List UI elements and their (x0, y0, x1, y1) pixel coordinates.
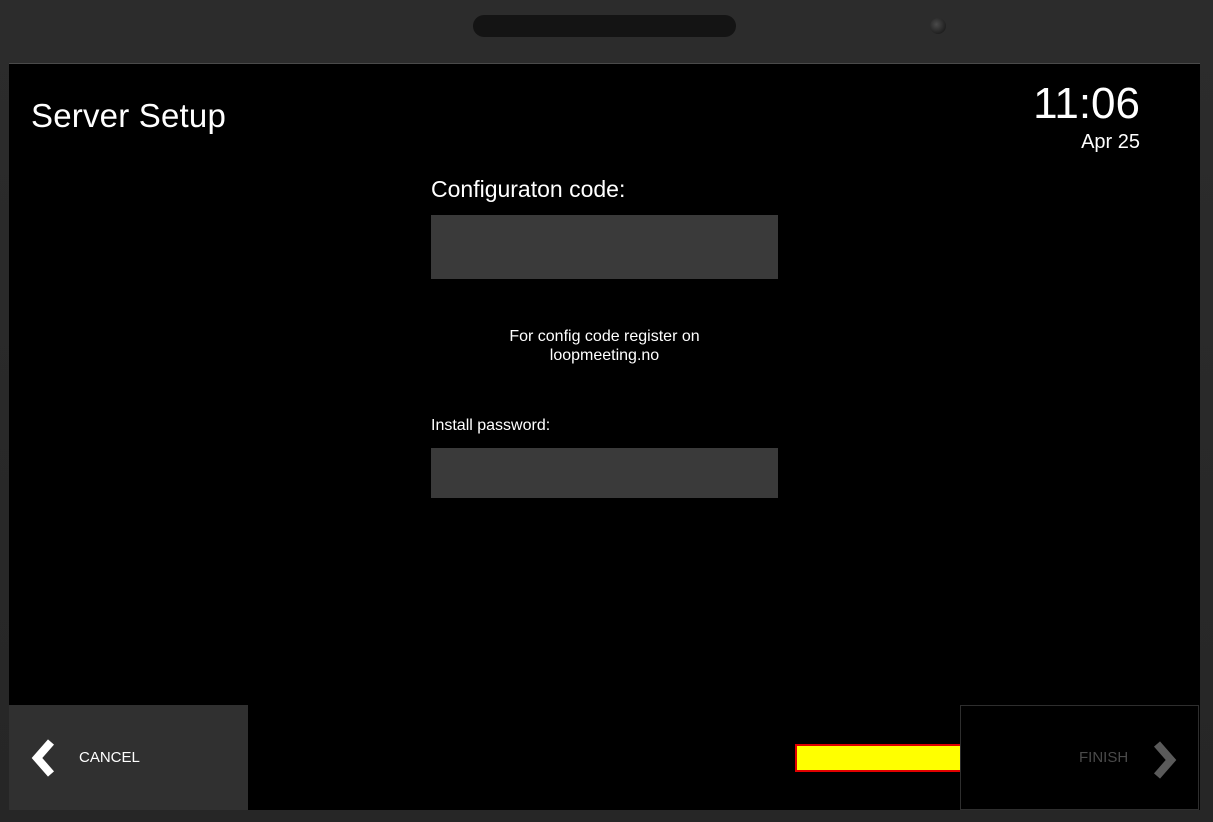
speaker-slot (473, 15, 736, 37)
config-code-label: Configuraton code: (431, 176, 626, 202)
clock-date: Apr 25 (1081, 131, 1140, 153)
clock-time: 11:06 (1033, 79, 1140, 128)
device-bezel: Server Setup 11:06 Apr 25 Configuraton c… (0, 0, 1213, 822)
finish-button[interactable]: FINISH (960, 705, 1199, 810)
finish-label: FINISH (1079, 749, 1129, 766)
chevron-right-icon (1153, 741, 1177, 779)
page-title: Server Setup (31, 97, 227, 134)
config-hint: For config code register on loopmeeting.… (431, 327, 778, 365)
install-password-input[interactable] (431, 448, 778, 498)
config-hint-line1: For config code register on (509, 328, 700, 345)
cancel-label: CANCEL (79, 749, 140, 766)
config-hint-line2: loopmeeting.no (549, 347, 660, 364)
cancel-button[interactable]: CANCEL (9, 705, 248, 810)
camera-icon (930, 18, 946, 34)
config-code-input[interactable] (431, 215, 778, 279)
chevron-left-icon (31, 739, 55, 777)
screen: Server Setup 11:06 Apr 25 Configuraton c… (9, 63, 1200, 810)
install-password-label: Install password: (431, 417, 551, 434)
